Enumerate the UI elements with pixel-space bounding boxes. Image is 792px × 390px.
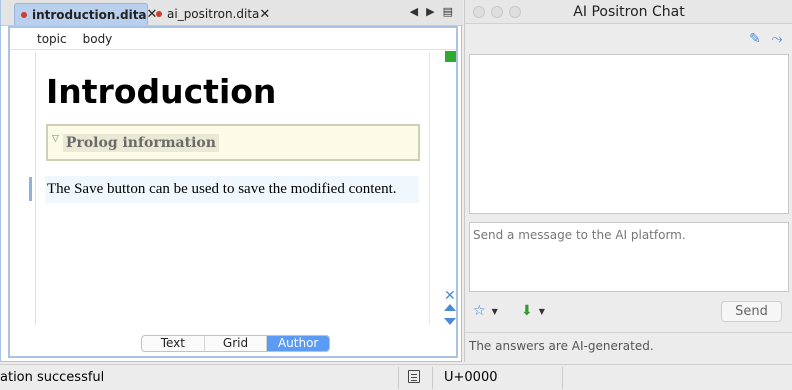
next-tab-icon[interactable]: ▶	[426, 5, 434, 18]
status-message: ation successful	[0, 370, 105, 385]
prolog-section[interactable]: ▽ Prolog information	[46, 124, 420, 161]
chevron-down-icon: ▼	[491, 306, 498, 316]
unicode-position: U+0000	[444, 370, 498, 385]
divider	[432, 367, 433, 389]
chat-history-area[interactable]	[469, 54, 789, 214]
chat-header: AI Positron Chat	[465, 0, 792, 24]
previous-tab-icon[interactable]: ◀	[410, 5, 418, 18]
mode-text-button[interactable]: Text	[142, 336, 205, 351]
vertical-scrollbar[interactable]	[442, 50, 456, 328]
status-bar: ation successful U+0000	[0, 364, 792, 390]
tab-label: ai_positron.dita	[167, 7, 260, 21]
scroll-up-icon[interactable]	[444, 304, 456, 311]
app-window: introduction.dita ✕ ai_positron.dita ✕ ◀…	[0, 0, 792, 390]
collapse-triangle-icon[interactable]: ▽	[52, 134, 59, 144]
mode-author-button[interactable]: Author	[267, 336, 329, 351]
modified-indicator-icon	[156, 11, 162, 17]
ai-chat-pane: AI Positron Chat ✎ ⤳ ☆ ▼ ⬇ ▼ Send The an…	[464, 0, 792, 362]
divider	[398, 367, 399, 389]
breadcrumb: topic body	[9, 28, 459, 50]
prolog-label: Prolog information	[62, 133, 219, 152]
editor-tabbar: introduction.dita ✕ ai_positron.dita ✕ ◀…	[1, 0, 463, 26]
insert-dropdown[interactable]: ⬇ ▼	[521, 303, 545, 319]
current-line-marker	[29, 177, 32, 201]
ai-disclaimer: The answers are AI-generated.	[469, 339, 654, 353]
scroll-down-icon[interactable]	[444, 318, 456, 325]
divider	[562, 367, 563, 389]
close-tab-icon[interactable]: ✕	[259, 7, 270, 22]
send-button[interactable]: Send	[721, 301, 782, 322]
breadcrumb-item-body[interactable]: body	[83, 32, 113, 46]
validation-status-icon[interactable]	[445, 51, 457, 62]
chat-title: AI Positron Chat	[573, 4, 685, 20]
tab-label: introduction.dita	[32, 7, 147, 22]
tab-introduction[interactable]: introduction.dita ✕	[14, 3, 157, 25]
tab-tools: ◀ ▶ ▤	[410, 5, 453, 18]
chat-message-input[interactable]	[469, 222, 789, 292]
document-icon[interactable]	[408, 370, 420, 383]
editor-pane: introduction.dita ✕ ai_positron.dita ✕ ◀…	[0, 0, 463, 362]
document-title[interactable]: Introduction	[46, 72, 276, 111]
editor-margin-line	[429, 52, 430, 325]
modified-indicator-icon	[21, 11, 27, 18]
breadcrumb-item-topic[interactable]: topic	[37, 32, 67, 46]
download-icon: ⬇	[521, 303, 533, 319]
tab-list-icon[interactable]: ▤	[443, 5, 453, 18]
favorites-dropdown[interactable]: ☆ ▼	[473, 303, 498, 319]
chat-history-icon[interactable]: ⤳	[769, 31, 785, 47]
star-icon: ☆	[473, 303, 486, 319]
mode-grid-button[interactable]: Grid	[205, 336, 268, 351]
editing-mode-switcher: Text Grid Author	[141, 335, 330, 352]
close-icon[interactable]: ✕	[444, 288, 456, 304]
chevron-down-icon: ▼	[538, 306, 545, 316]
tab-ai-positron[interactable]: ai_positron.dita ✕	[150, 3, 274, 25]
new-chat-icon[interactable]: ✎	[747, 31, 763, 47]
body-paragraph[interactable]: The Save button can be used to save the …	[45, 176, 419, 203]
divider	[465, 332, 792, 333]
